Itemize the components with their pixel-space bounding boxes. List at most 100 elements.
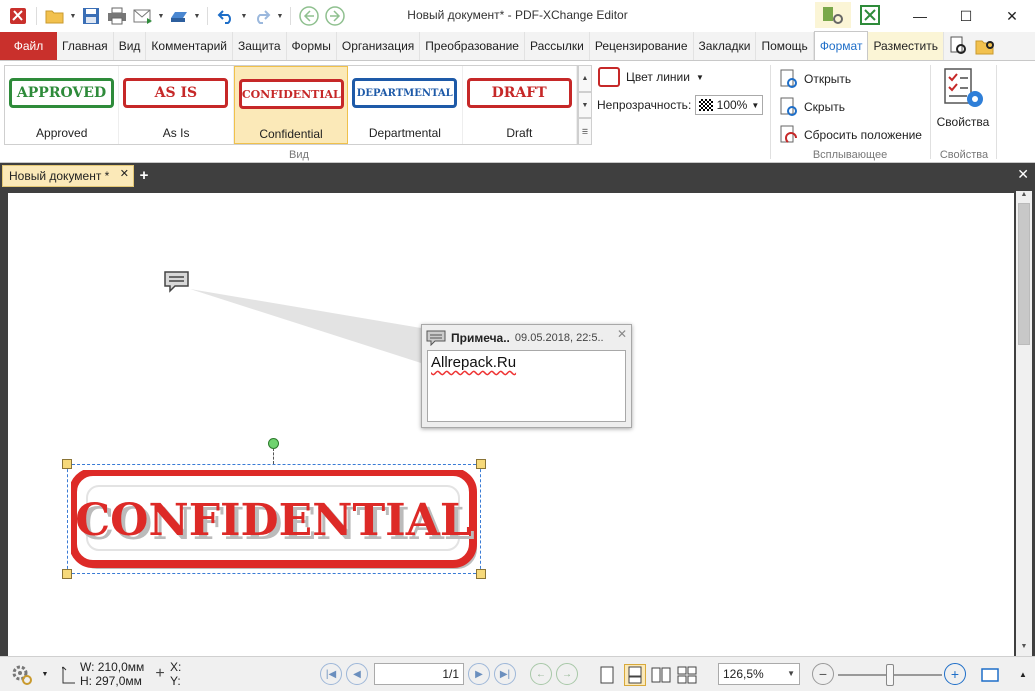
resize-handle-bottom-right[interactable]	[476, 569, 486, 579]
properties-icon	[944, 68, 983, 107]
tab-protect[interactable]: Защита	[233, 32, 287, 60]
first-page-button[interactable]: |◀	[320, 663, 342, 685]
zoom-select[interactable]: 126,5% ▼	[718, 663, 800, 685]
scanner-icon[interactable]	[167, 4, 191, 28]
note-text-area[interactable]: Allrepack.Ru	[427, 350, 626, 422]
note-comment-icon[interactable]	[163, 270, 190, 294]
search-folder-icon[interactable]	[972, 32, 1000, 60]
gallery-item-approved[interactable]: APPROVED Approved	[5, 66, 120, 144]
scroll-down-icon[interactable]: ▼	[1016, 643, 1032, 655]
tab-forms[interactable]: Формы	[287, 32, 337, 60]
find-icon[interactable]	[944, 32, 972, 60]
close-tab-icon[interactable]: ✕	[120, 167, 129, 180]
close-window-button[interactable]: ✕	[989, 0, 1035, 32]
pdf-page[interactable]: Примеча.. 09.05.2018, 22:5.. ✕ Allrepack…	[8, 193, 1014, 656]
tab-help[interactable]: Помощь	[756, 32, 814, 60]
close-document-button[interactable]: ✕	[1017, 166, 1029, 183]
zoom-slider-thumb[interactable]	[886, 664, 894, 686]
line-color-control[interactable]: Цвет линии ▼	[598, 67, 704, 87]
tab-view[interactable]: Вид	[114, 32, 147, 60]
scanner-dropdown-icon[interactable]: ▼	[193, 13, 201, 20]
resize-handle-top-left[interactable]	[62, 459, 72, 469]
cursor-x: X:	[170, 660, 182, 674]
single-page-view-icon[interactable]	[598, 664, 616, 686]
properties-label: Свойства	[936, 115, 990, 129]
back-view-button[interactable]: ←	[530, 663, 552, 685]
tab-comment[interactable]: Комментарий	[146, 32, 233, 60]
continuous-view-icon[interactable]	[624, 664, 646, 686]
undo-dropdown-icon[interactable]: ▼	[240, 13, 248, 20]
redo-dropdown-icon[interactable]: ▼	[276, 13, 284, 20]
undo-icon[interactable]	[214, 4, 238, 28]
gallery-item-confidential[interactable]: CONFIDENTIAL Confidential	[233, 66, 349, 144]
print-icon[interactable]	[105, 4, 129, 28]
note-close-icon[interactable]: ✕	[617, 327, 627, 341]
popup-commands: Открыть Скрыть Сбросить положение	[778, 65, 922, 149]
zoom-in-button[interactable]: +	[944, 663, 966, 685]
hide-popup-button[interactable]: Скрыть	[778, 93, 922, 121]
chevron-down-icon[interactable]: ▼	[40, 669, 50, 679]
checker-icon	[699, 99, 713, 111]
facing-view-icon[interactable]	[650, 664, 672, 686]
tab-file[interactable]: Файл	[0, 32, 57, 60]
scrollbar-thumb[interactable]	[1018, 203, 1030, 345]
gallery-item-departmental[interactable]: DEPARTMENTAL Departmental	[348, 66, 463, 144]
email-icon[interactable]	[131, 4, 155, 28]
stamp-preview-approved: APPROVED	[9, 78, 114, 108]
reset-position-icon	[780, 125, 797, 143]
page-number-input[interactable]: 1/1	[374, 663, 464, 685]
forward-view-button[interactable]: →	[556, 663, 578, 685]
add-tab-button[interactable]: +	[136, 167, 152, 184]
note-popup[interactable]: Примеча.. 09.05.2018, 22:5.. ✕ Allrepack…	[421, 324, 632, 428]
scroll-up-icon[interactable]: ▲	[1016, 191, 1032, 203]
document-tab-title: Новый документ *	[9, 169, 110, 183]
tab-organize[interactable]: Организация	[337, 32, 421, 60]
reset-position-button[interactable]: Сбросить положение	[778, 121, 922, 149]
resize-handle-top-right[interactable]	[476, 459, 486, 469]
ribbon-panel: APPROVED Approved AS IS As Is CONFIDENTI…	[0, 60, 1035, 163]
facing-continuous-view-icon[interactable]	[676, 664, 698, 686]
open-dropdown-icon[interactable]: ▼	[69, 13, 77, 20]
open-folder-icon[interactable]	[43, 4, 67, 28]
gallery-down-button[interactable]: ▼	[578, 91, 592, 119]
tab-convert[interactable]: Преобразование	[420, 32, 525, 60]
gallery-item-draft[interactable]: DRAFT Draft	[463, 66, 578, 144]
fit-page-icon[interactable]	[980, 665, 1000, 685]
tab-format[interactable]: Формат	[813, 31, 869, 60]
minimize-button[interactable]: —	[897, 0, 943, 32]
save-icon[interactable]	[79, 4, 103, 28]
previous-page-button[interactable]: ◀	[346, 663, 368, 685]
settings-gear-icon[interactable]	[10, 663, 34, 687]
forward-icon[interactable]	[323, 4, 347, 28]
zoom-out-button[interactable]: −	[812, 663, 834, 685]
app-logo-icon[interactable]	[6, 4, 30, 28]
tab-mailings[interactable]: Рассылки	[525, 32, 590, 60]
back-icon[interactable]	[297, 4, 321, 28]
opacity-select[interactable]: 100% ▼	[695, 95, 764, 115]
last-page-button[interactable]: ▶|	[494, 663, 516, 685]
chevron-up-icon[interactable]: ▲	[1016, 667, 1030, 681]
resize-handle-bottom-left[interactable]	[62, 569, 72, 579]
fullscreen-icon[interactable]	[859, 4, 881, 26]
maximize-button[interactable]: ☐	[943, 0, 989, 32]
document-tab[interactable]: Новый документ * ✕	[2, 165, 134, 187]
gallery-up-button[interactable]: ▲	[578, 65, 592, 92]
line-color-label: Цвет линии	[626, 70, 690, 84]
tab-bookmarks[interactable]: Закладки	[694, 32, 757, 60]
properties-button[interactable]: Свойства	[935, 65, 991, 145]
rotation-handle[interactable]	[268, 438, 279, 449]
email-dropdown-icon[interactable]: ▼	[157, 13, 165, 20]
next-page-button[interactable]: ▶	[468, 663, 490, 685]
tab-review[interactable]: Рецензирование	[590, 32, 694, 60]
ribbon-tabs: Файл Главная Вид Комментарий Защита Форм…	[0, 31, 1035, 60]
open-popup-button[interactable]: Открыть	[778, 65, 922, 93]
tab-arrange[interactable]: Разместить	[868, 32, 944, 60]
stamp-gallery: APPROVED Approved AS IS As Is CONFIDENTI…	[4, 65, 578, 145]
gallery-expand-button[interactable]: ☰	[578, 118, 592, 146]
vertical-scrollbar[interactable]: ▲ ▼	[1016, 191, 1032, 656]
confidential-stamp[interactable]: CONFIDENTIAL CONFIDENTIAL	[71, 470, 477, 571]
redo-icon[interactable]	[250, 4, 274, 28]
comment-tools-icon[interactable]	[815, 2, 851, 28]
gallery-item-as-is[interactable]: AS IS As Is	[119, 66, 234, 144]
tab-home[interactable]: Главная	[57, 32, 114, 60]
